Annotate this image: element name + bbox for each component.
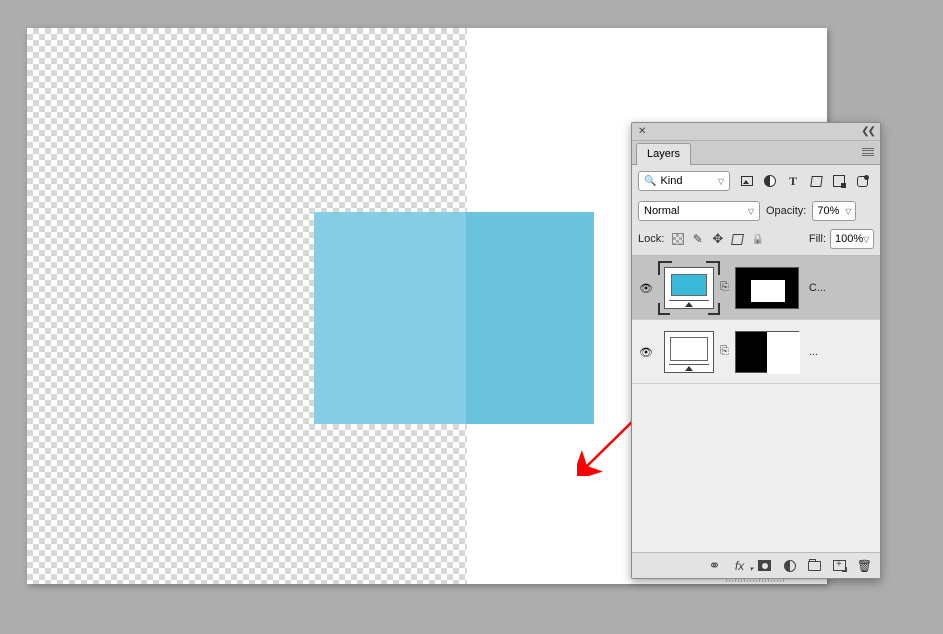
cyan-rectangle-transparent-overlap [314, 212, 466, 424]
blend-mode-select[interactable]: Normal ▽ [638, 201, 760, 221]
delete-layer-icon[interactable] [857, 558, 872, 573]
chevron-down-icon: ▽ [718, 177, 724, 186]
filter-toggle-icon[interactable] [855, 174, 869, 188]
visibility-toggle-icon[interactable] [638, 344, 654, 359]
panel-titlebar[interactable]: ✕ ❮❮ [632, 123, 880, 141]
new-adjustment-icon[interactable] [782, 558, 797, 573]
layer-thumbnail[interactable] [664, 267, 714, 309]
add-mask-icon[interactable] [757, 558, 772, 573]
filter-kind-label: Kind [660, 175, 682, 187]
panel-menu-icon[interactable] [860, 145, 876, 159]
new-layer-icon[interactable] [832, 558, 847, 573]
filter-pixel-icon[interactable] [740, 174, 754, 188]
opacity-value: 70% [817, 205, 839, 217]
blend-row: Normal ▽ Opacity: 70% ▽ [632, 197, 880, 225]
lock-pixels-icon[interactable] [691, 233, 704, 246]
layer-filter-row: 🔍 Kind ▽ T [632, 165, 880, 197]
filter-adjustment-icon[interactable] [763, 174, 777, 188]
fill-field[interactable]: 100% ▽ [830, 229, 874, 249]
search-icon: 🔍 [644, 176, 656, 187]
lock-artboard-icon[interactable] [731, 233, 744, 246]
filter-smartobject-icon[interactable] [832, 174, 846, 188]
lock-label: Lock: [638, 233, 664, 245]
opacity-label: Opacity: [766, 205, 806, 217]
layer-name[interactable]: ... [809, 346, 818, 358]
lock-position-icon[interactable] [711, 233, 724, 246]
lock-transparency-icon[interactable] [671, 233, 684, 246]
layer-row[interactable]: ⎘ ... [632, 320, 880, 384]
filter-shape-icon[interactable] [809, 174, 823, 188]
mask-link-icon[interactable]: ⎘ [720, 345, 729, 358]
visibility-toggle-icon[interactable] [638, 280, 654, 295]
panel-bottom-toolbar: fx [632, 552, 880, 578]
layer-fx-icon[interactable]: fx [732, 558, 747, 573]
filter-kind-select[interactable]: 🔍 Kind ▽ [638, 171, 730, 191]
new-group-icon[interactable] [807, 558, 822, 573]
layers-empty-area[interactable] [632, 384, 880, 552]
layer-thumbnail[interactable] [664, 331, 714, 373]
lock-all-icon[interactable] [751, 233, 764, 246]
blend-mode-value: Normal [644, 205, 679, 217]
fill-value: 100% [835, 233, 863, 245]
layers-list: ⎘ C... ⎘ ... [632, 256, 880, 552]
chevron-down-icon: ▽ [845, 207, 851, 216]
panel-collapse-icon[interactable]: ❮❮ [861, 126, 874, 137]
tab-layers[interactable]: Layers [636, 143, 691, 165]
lock-row: Lock: Fill: 100% ▽ [632, 225, 880, 256]
filter-type-icon[interactable]: T [786, 174, 800, 188]
filter-type-icons: T [740, 174, 869, 188]
layer-mask-thumbnail[interactable] [735, 267, 799, 309]
layers-panel[interactable]: ✕ ❮❮ Layers 🔍 Kind ▽ T Normal ▽ Opacity:… [631, 122, 881, 579]
link-layers-icon[interactable] [707, 558, 722, 573]
panel-tabs: Layers [632, 141, 880, 165]
layer-row[interactable]: ⎘ C... [632, 256, 880, 320]
panel-close-icon[interactable]: ✕ [638, 126, 646, 137]
fill-label: Fill: [809, 233, 826, 245]
chevron-down-icon: ▽ [863, 235, 869, 244]
layer-name[interactable]: C... [809, 282, 826, 294]
chevron-down-icon: ▽ [748, 207, 754, 216]
cyan-rectangle[interactable] [314, 212, 594, 424]
panel-resize-grip[interactable] [632, 578, 880, 584]
opacity-field[interactable]: 70% ▽ [812, 201, 856, 221]
mask-link-icon[interactable]: ⎘ [720, 281, 729, 294]
layer-mask-thumbnail[interactable] [735, 331, 799, 373]
